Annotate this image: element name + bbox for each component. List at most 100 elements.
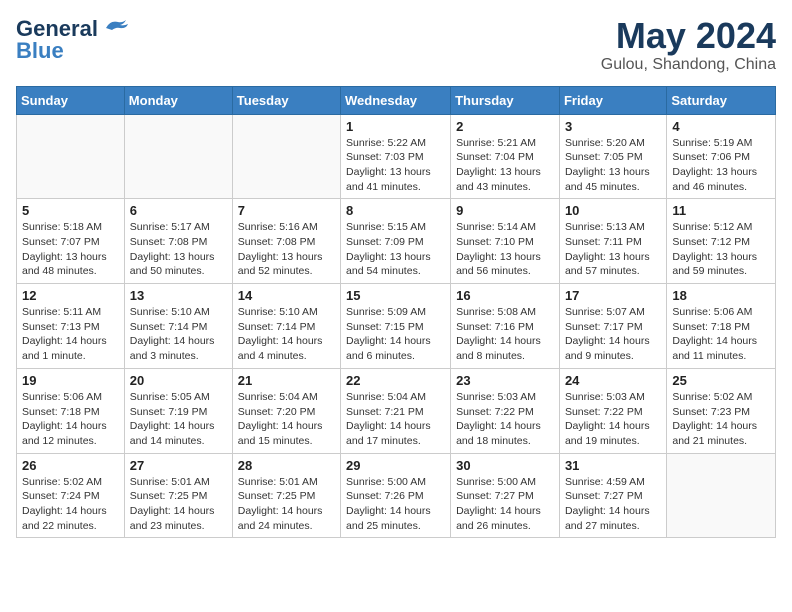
day-info: Sunrise: 5:00 AM Sunset: 7:26 PM Dayligh…: [346, 475, 445, 534]
day-info: Sunrise: 5:02 AM Sunset: 7:24 PM Dayligh…: [22, 475, 119, 534]
day-info: Sunrise: 5:04 AM Sunset: 7:21 PM Dayligh…: [346, 390, 445, 449]
calendar-day-cell: 3Sunrise: 5:20 AM Sunset: 7:05 PM Daylig…: [559, 114, 666, 199]
day-info: Sunrise: 5:01 AM Sunset: 7:25 PM Dayligh…: [238, 475, 335, 534]
calendar-week-row: 12Sunrise: 5:11 AM Sunset: 7:13 PM Dayli…: [17, 284, 776, 369]
calendar-day-cell: 4 Sunrise: 5:19 AM Sunset: 7:06 PM Daylig…: [667, 114, 776, 199]
day-info: Sunrise: 5:16 AM Sunset: 7:08 PM Dayligh…: [238, 220, 335, 279]
calendar-day-cell: [232, 114, 340, 199]
calendar-day-cell: 6 Sunrise: 5:17 AM Sunset: 7:08 PM Daylig…: [124, 199, 232, 284]
day-info: Sunrise: 5:03 AM Sunset: 7:22 PM Dayligh…: [456, 390, 554, 449]
day-number: 4: [672, 119, 770, 134]
day-info: Sunrise: 5:02 AM Sunset: 7:23 PM Dayligh…: [672, 390, 770, 449]
day-number: 13: [130, 288, 227, 303]
weekday-header: Thursday: [451, 86, 560, 114]
day-number: 20: [130, 373, 227, 388]
day-number: 22: [346, 373, 445, 388]
logo-bird-icon: [102, 16, 130, 38]
day-number: 26: [22, 458, 119, 473]
calendar-day-cell: 5 Sunrise: 5:18 AM Sunset: 7:07 PM Daylig…: [17, 199, 125, 284]
day-info: Sunrise: 5:11 AM Sunset: 7:13 PM Dayligh…: [22, 305, 119, 364]
day-number: 1: [346, 119, 445, 134]
day-info: Sunrise: 5:01 AM Sunset: 7:25 PM Dayligh…: [130, 475, 227, 534]
day-number: 6: [130, 203, 227, 218]
day-number: 8: [346, 203, 445, 218]
weekday-header: Monday: [124, 86, 232, 114]
day-number: 10: [565, 203, 661, 218]
calendar-day-cell: 12Sunrise: 5:11 AM Sunset: 7:13 PM Dayli…: [17, 284, 125, 369]
calendar-day-cell: 29Sunrise: 5:00 AM Sunset: 7:26 PM Dayli…: [341, 453, 451, 538]
calendar-day-cell: 10 Sunrise: 5:13 AM Sunset: 7:11 PM Dayli…: [559, 199, 666, 284]
day-info: Sunrise: 5:09 AM Sunset: 7:15 PM Dayligh…: [346, 305, 445, 364]
calendar-day-cell: 31 Sunrise: 4:59 AM Sunset: 7:27 PM Dayli…: [559, 453, 666, 538]
day-info: Sunrise: 5:19 AM Sunset: 7:06 PM Dayligh…: [672, 136, 770, 195]
day-number: 21: [238, 373, 335, 388]
calendar-week-row: 19Sunrise: 5:06 AM Sunset: 7:18 PM Dayli…: [17, 368, 776, 453]
calendar-day-cell: 19Sunrise: 5:06 AM Sunset: 7:18 PM Dayli…: [17, 368, 125, 453]
weekday-header: Tuesday: [232, 86, 340, 114]
day-number: 3: [565, 119, 661, 134]
title-area: May 2024 Gulou, Shandong, China: [601, 16, 776, 74]
calendar-day-cell: 2 Sunrise: 5:21 AM Sunset: 7:04 PM Daylig…: [451, 114, 560, 199]
calendar-header-row: SundayMondayTuesdayWednesdayThursdayFrid…: [17, 86, 776, 114]
day-number: 28: [238, 458, 335, 473]
calendar-day-cell: 8 Sunrise: 5:15 AM Sunset: 7:09 PM Daylig…: [341, 199, 451, 284]
day-number: 16: [456, 288, 554, 303]
day-number: 25: [672, 373, 770, 388]
calendar-week-row: 5 Sunrise: 5:18 AM Sunset: 7:07 PM Daylig…: [17, 199, 776, 284]
calendar-day-cell: 24 Sunrise: 5:03 AM Sunset: 7:22 PM Dayli…: [559, 368, 666, 453]
day-info: Sunrise: 5:07 AM Sunset: 7:17 PM Dayligh…: [565, 305, 661, 364]
calendar-day-cell: 28 Sunrise: 5:01 AM Sunset: 7:25 PM Dayli…: [232, 453, 340, 538]
day-info: Sunrise: 5:17 AM Sunset: 7:08 PM Dayligh…: [130, 220, 227, 279]
calendar-day-cell: 20 Sunrise: 5:05 AM Sunset: 7:19 PM Dayli…: [124, 368, 232, 453]
calendar-day-cell: 21 Sunrise: 5:04 AM Sunset: 7:20 PM Dayli…: [232, 368, 340, 453]
day-number: 5: [22, 203, 119, 218]
day-info: Sunrise: 5:04 AM Sunset: 7:20 PM Dayligh…: [238, 390, 335, 449]
day-info: Sunrise: 5:15 AM Sunset: 7:09 PM Dayligh…: [346, 220, 445, 279]
day-info: Sunrise: 5:10 AM Sunset: 7:14 PM Dayligh…: [238, 305, 335, 364]
day-info: Sunrise: 5:10 AM Sunset: 7:14 PM Dayligh…: [130, 305, 227, 364]
day-number: 14: [238, 288, 335, 303]
logo-blue-text: Blue: [16, 38, 64, 64]
calendar-day-cell: 7Sunrise: 5:16 AM Sunset: 7:08 PM Daylig…: [232, 199, 340, 284]
day-info: Sunrise: 5:12 AM Sunset: 7:12 PM Dayligh…: [672, 220, 770, 279]
day-info: Sunrise: 5:21 AM Sunset: 7:04 PM Dayligh…: [456, 136, 554, 195]
calendar-day-cell: 15 Sunrise: 5:09 AM Sunset: 7:15 PM Dayli…: [341, 284, 451, 369]
day-number: 31: [565, 458, 661, 473]
calendar-day-cell: 14 Sunrise: 5:10 AM Sunset: 7:14 PM Dayli…: [232, 284, 340, 369]
day-info: Sunrise: 5:08 AM Sunset: 7:16 PM Dayligh…: [456, 305, 554, 364]
day-number: 15: [346, 288, 445, 303]
location-subtitle: Gulou, Shandong, China: [601, 56, 776, 74]
day-number: 23: [456, 373, 554, 388]
calendar-day-cell: 17 Sunrise: 5:07 AM Sunset: 7:17 PM Dayli…: [559, 284, 666, 369]
calendar-day-cell: 22 Sunrise: 5:04 AM Sunset: 7:21 PM Dayli…: [341, 368, 451, 453]
logo: General Blue: [16, 16, 130, 64]
day-info: Sunrise: 5:14 AM Sunset: 7:10 PM Dayligh…: [456, 220, 554, 279]
calendar-day-cell: 11 Sunrise: 5:12 AM Sunset: 7:12 PM Dayli…: [667, 199, 776, 284]
day-info: Sunrise: 5:03 AM Sunset: 7:22 PM Dayligh…: [565, 390, 661, 449]
page-header: General Blue May 2024 Gulou, Shandong, C…: [16, 16, 776, 74]
day-number: 2: [456, 119, 554, 134]
day-number: 11: [672, 203, 770, 218]
day-number: 17: [565, 288, 661, 303]
month-year-title: May 2024: [601, 16, 776, 56]
day-number: 24: [565, 373, 661, 388]
day-info: Sunrise: 5:06 AM Sunset: 7:18 PM Dayligh…: [672, 305, 770, 364]
day-info: Sunrise: 5:18 AM Sunset: 7:07 PM Dayligh…: [22, 220, 119, 279]
calendar-day-cell: [667, 453, 776, 538]
calendar-day-cell: 16 Sunrise: 5:08 AM Sunset: 7:16 PM Dayli…: [451, 284, 560, 369]
day-number: 9: [456, 203, 554, 218]
day-info: Sunrise: 5:13 AM Sunset: 7:11 PM Dayligh…: [565, 220, 661, 279]
day-info: Sunrise: 5:22 AM Sunset: 7:03 PM Dayligh…: [346, 136, 445, 195]
calendar-week-row: 26 Sunrise: 5:02 AM Sunset: 7:24 PM Dayli…: [17, 453, 776, 538]
weekday-header: Wednesday: [341, 86, 451, 114]
day-number: 30: [456, 458, 554, 473]
calendar-day-cell: 25 Sunrise: 5:02 AM Sunset: 7:23 PM Dayli…: [667, 368, 776, 453]
calendar-day-cell: 27 Sunrise: 5:01 AM Sunset: 7:25 PM Dayli…: [124, 453, 232, 538]
weekday-header: Saturday: [667, 86, 776, 114]
day-info: Sunrise: 5:05 AM Sunset: 7:19 PM Dayligh…: [130, 390, 227, 449]
day-info: Sunrise: 4:59 AM Sunset: 7:27 PM Dayligh…: [565, 475, 661, 534]
day-number: 19: [22, 373, 119, 388]
day-number: 18: [672, 288, 770, 303]
day-number: 27: [130, 458, 227, 473]
weekday-header: Friday: [559, 86, 666, 114]
